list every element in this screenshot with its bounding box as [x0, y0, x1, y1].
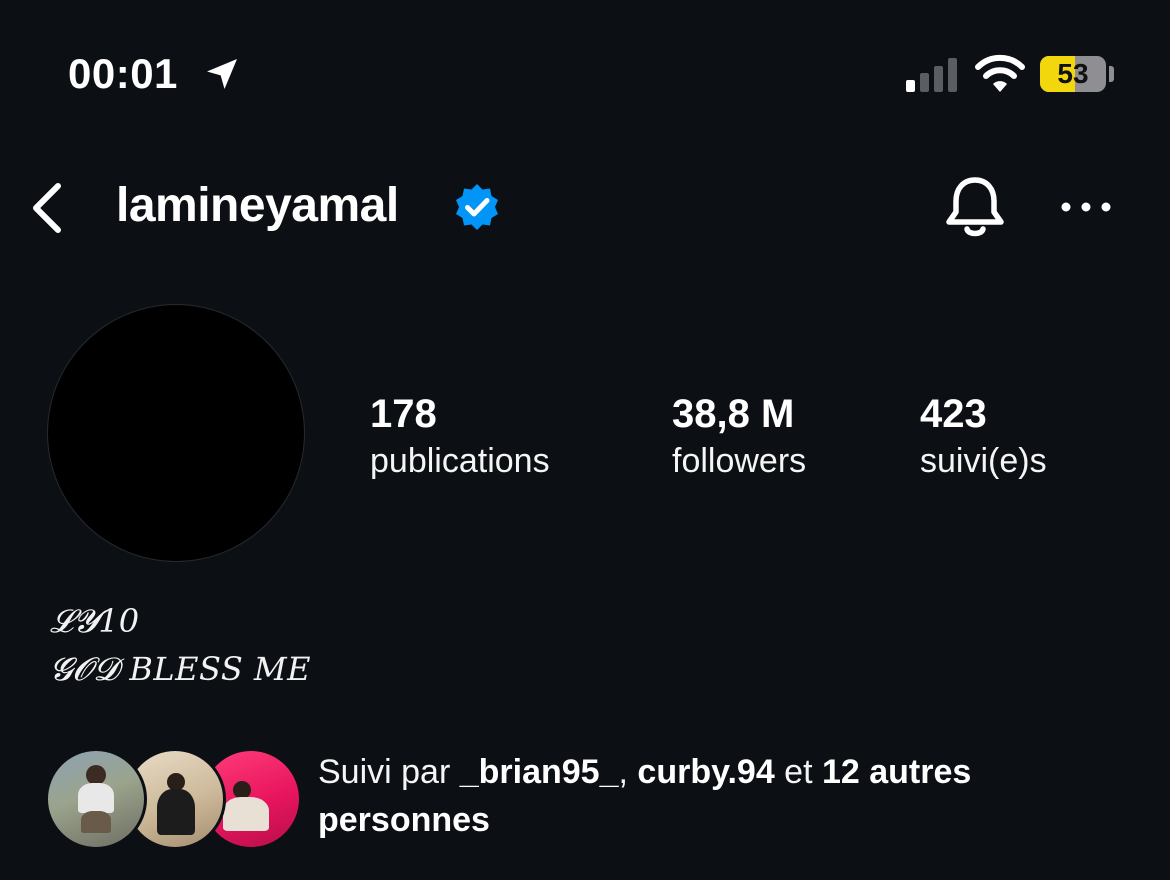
signal-icon	[906, 58, 957, 92]
followed-by-user-2[interactable]: curby.94	[637, 753, 774, 791]
followed-by-middle: et	[774, 753, 822, 791]
stat-publications-value: 178	[370, 392, 437, 436]
bio-line-1: 𝓛𝓨10	[50, 602, 140, 640]
verified-badge-icon	[456, 184, 498, 230]
battery-cap	[1109, 66, 1114, 82]
followed-by-text[interactable]: Suivi par _brian95_, curby.94 et 12 autr…	[318, 748, 1098, 844]
stat-following[interactable]: 423 suivi(e)s	[920, 392, 1047, 484]
bio-line-2: 𝓖𝓞𝓓 BLESS ME	[50, 650, 312, 688]
status-time: 00:01	[68, 50, 178, 97]
stat-followers-label: followers	[672, 442, 807, 480]
stat-publications-label: publications	[370, 442, 550, 480]
stat-following-label: suivi(e)s	[920, 442, 1047, 480]
stat-followers-value: 38,8 M	[672, 392, 795, 436]
profile-avatar[interactable]	[48, 305, 304, 561]
profile-username: lamineyamal	[116, 179, 399, 232]
followed-by-separator: ,	[618, 753, 638, 791]
mutual-follower-avatar[interactable]	[45, 748, 147, 850]
wifi-icon	[975, 54, 1025, 92]
battery-icon: 53	[1040, 56, 1106, 92]
followed-by-user-1[interactable]: _brian95_	[460, 753, 619, 791]
battery-level: 53	[1057, 58, 1089, 89]
followed-by-prefix: Suivi par	[318, 753, 460, 791]
location-arrow-icon	[207, 59, 237, 89]
more-dots-icon[interactable]	[1058, 192, 1114, 222]
back-chevron-icon[interactable]	[22, 176, 70, 240]
stat-publications[interactable]: 178 publications	[370, 392, 550, 484]
stat-followers[interactable]: 38,8 M followers	[672, 392, 806, 484]
bell-icon[interactable]	[940, 172, 1010, 242]
stat-following-value: 423	[920, 392, 987, 436]
